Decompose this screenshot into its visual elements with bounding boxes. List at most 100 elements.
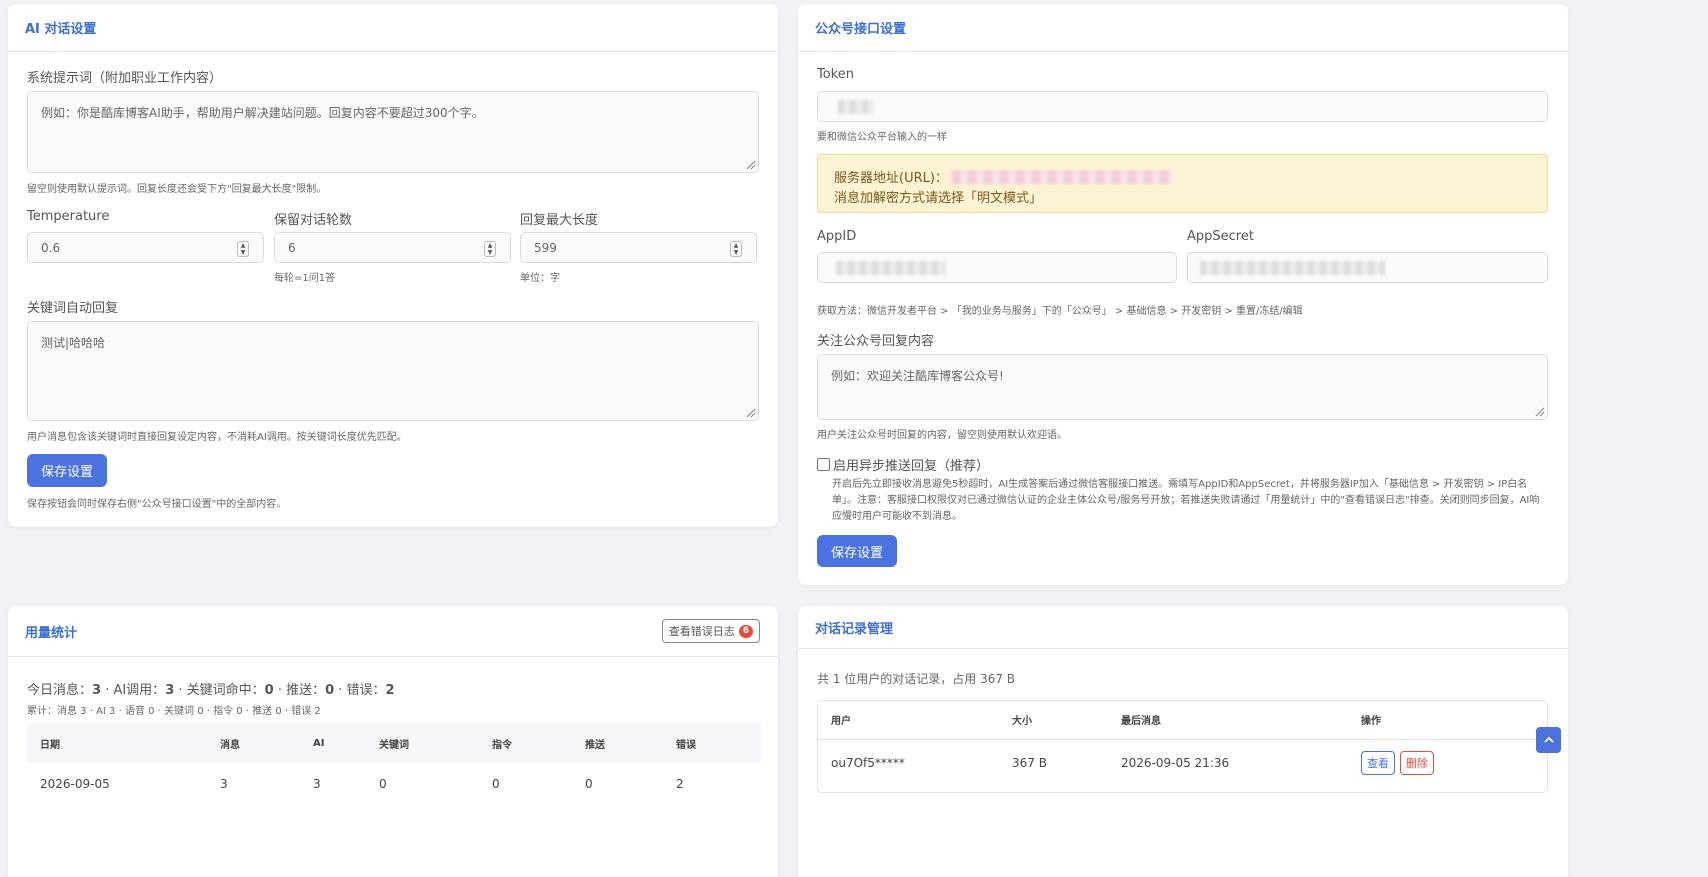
records-table: 用户 大小 最后消息 操作 ou7Of5***** 367 B 2026-09-… [818, 701, 1547, 787]
rounds-stepper-icon[interactable]: ▲ ▼ [484, 241, 496, 257]
usage-header: 用量统计 查看错误日志 6 [8, 606, 778, 657]
table-row: 2026-09-05 3 3 0 0 0 2 [27, 763, 761, 805]
system-prompt-textarea[interactable]: 例如：你是酷库博客AI助手，帮助用户解决建站问题。回复内容不要超过300个字。 [27, 91, 759, 173]
ai-save-button[interactable]: 保存设置 [27, 454, 107, 487]
credentials-hint: 获取方法：微信开发者平台 > 「我的业务与服务」下的「公众号」 > 基础信息 >… [817, 306, 1303, 317]
error-count-badge: 6 [738, 624, 753, 638]
follow-reply-textarea[interactable]: 例如：欢迎关注酷库博客公众号! [817, 354, 1548, 420]
token-label: Token [817, 67, 854, 82]
col-command: 指令 [479, 723, 572, 763]
col-last-message: 最后消息 [1108, 701, 1348, 740]
appsecret-input[interactable] [1187, 252, 1548, 283]
cell-last-message: 2026-09-05 21:36 [1121, 756, 1230, 771]
max-length-label: 回复最大长度 [520, 213, 599, 228]
keyword-reply-textarea[interactable]: 测试|哈哈哈 [27, 321, 759, 421]
system-prompt-placeholder: 例如：你是酷库博客AI助手，帮助用户解决建站问题。回复内容不要超过300个字。 [41, 106, 484, 120]
cell-actions: 查看 删除 [1348, 739, 1547, 787]
error-log-label: 查看错误日志 [668, 625, 735, 638]
max-length-stepper-icon[interactable]: ▲ ▼ [730, 241, 742, 257]
appid-label: AppID [817, 229, 857, 244]
today-msg-value: 3 [92, 683, 102, 698]
ai-save-hint: 保存按钮会同时保存右侧"公众号接口设置"中的全部内容。 [27, 499, 287, 510]
records-card: 对话记录管理 共 1 位用户的对话记录，占用 367 B 用户 大小 最后消息 … [798, 606, 1568, 877]
follow-reply-label: 关注公众号回复内容 [817, 334, 935, 349]
mp-settings-title: 公众号接口设置 [815, 22, 907, 37]
temperature-stepper-icon[interactable]: ▲ ▼ [237, 241, 249, 257]
chevron-up-icon [1543, 736, 1554, 743]
today-kw-value: 0 [264, 683, 274, 698]
today-ai-label: · AI调用： [101, 683, 166, 698]
mp-save-button[interactable]: 保存设置 [817, 535, 897, 567]
token-input[interactable] [817, 91, 1548, 122]
rounds-input[interactable]: 6 ▲ ▼ [274, 232, 511, 263]
total-summary: 累计：消息 3 · AI 3 · 语音 0 · 关键词 0 · 指令 0 · 推… [27, 706, 321, 717]
records-summary: 共 1 位用户的对话记录，占用 367 B [817, 672, 1016, 686]
keyword-reply-value: 测试|哈哈哈 [41, 336, 106, 350]
col-messages: 消息 [207, 723, 300, 763]
table-row: ou7Of5***** 367 B 2026-09-05 21:36 查看 删除 [818, 739, 1547, 787]
ai-settings-header: AI 对话设置 [8, 4, 778, 52]
today-summary: 今日消息：3 · AI调用：3 · 关键词命中：0 · 推送：0 · 错误：2 [27, 679, 395, 698]
cell-user: ou7Of5***** [831, 756, 905, 771]
async-push-checkbox[interactable] [817, 458, 830, 471]
system-prompt-label: 系统提示词（附加职业工作内容） [27, 71, 223, 86]
max-length-input[interactable]: 599 ▲ ▼ [520, 232, 757, 263]
server-url-label: 服务器地址(URL)： [834, 171, 948, 186]
scroll-top-button[interactable] [1536, 727, 1561, 753]
today-push-value: 0 [325, 683, 335, 698]
appsecret-value-masked [1200, 261, 1385, 275]
cell-command: 0 [492, 777, 500, 791]
view-button[interactable]: 查看 [1361, 751, 1395, 776]
col-user: 用户 [818, 701, 999, 740]
mp-settings-header: 公众号接口设置 [798, 4, 1568, 52]
error-log-button[interactable]: 查看错误日志 6 [661, 619, 760, 643]
delete-button[interactable]: 删除 [1399, 751, 1434, 776]
col-actions: 操作 [1348, 701, 1547, 740]
resize-handle-icon[interactable] [744, 406, 756, 418]
usage-table: 日期 消息 AI 关键词 指令 推送 错误 2026-09-05 3 3 0 0… [27, 723, 761, 805]
records-table-header: 用户 大小 最后消息 操作 [818, 701, 1547, 740]
usage-title: 用量统计 [25, 625, 78, 641]
max-length-hint: 单位：字 [520, 273, 560, 284]
records-title: 对话记录管理 [815, 621, 894, 637]
today-err-label: · 错误： [334, 683, 386, 698]
col-error: 错误 [663, 723, 761, 763]
records-table-wrap: 用户 大小 最后消息 操作 ou7Of5***** 367 B 2026-09-… [817, 700, 1548, 793]
col-keyword: 关键词 [366, 723, 479, 763]
cell-size: 367 B [1012, 756, 1047, 771]
token-value-masked [838, 100, 874, 114]
usage-table-header: 日期 消息 AI 关键词 指令 推送 错误 [27, 723, 761, 763]
cell-push: 0 [585, 777, 593, 791]
async-push-desc: 开启后先立即接收消息避免5秒超时，AI生成答案后通过微信客服接口推送。需填写Ap… [832, 479, 1540, 522]
today-err-value: 2 [385, 683, 395, 698]
col-date: 日期 [27, 723, 207, 763]
records-header: 对话记录管理 [798, 606, 1568, 649]
rounds-hint: 每轮=1问1答 [274, 273, 336, 284]
temperature-label: Temperature [27, 209, 110, 224]
follow-reply-placeholder: 例如：欢迎关注酷库博客公众号! [831, 369, 1004, 383]
ai-settings-card: AI 对话设置 系统提示词（附加职业工作内容） 例如：你是酷库博客AI助手，帮助… [8, 4, 778, 527]
system-prompt-hint: 留空则使用默认提示词。回复长度还会受下方"回复最大长度"限制。 [27, 184, 327, 195]
async-push-row: 启用异步推送回复（推荐） [817, 455, 989, 474]
col-ai: AI [300, 723, 366, 763]
ai-settings-title: AI 对话设置 [25, 22, 97, 37]
temperature-input[interactable]: 0.6 ▲ ▼ [27, 232, 264, 263]
max-length-value: 599 [534, 240, 557, 255]
today-msg-label: 今日消息： [27, 683, 93, 698]
resize-handle-icon[interactable] [744, 158, 756, 170]
keyword-reply-label: 关键词自动回复 [27, 301, 119, 316]
temperature-value: 0.6 [41, 240, 61, 255]
token-hint: 要和微信公众平台输入的一样 [817, 132, 947, 143]
today-kw-label: · 关键词命中： [174, 683, 265, 698]
async-push-label: 启用异步推送回复（推荐） [833, 459, 990, 474]
cell-ai: 3 [313, 777, 321, 791]
cell-keyword: 0 [379, 777, 387, 791]
follow-reply-hint: 用户关注公众号时回复的内容，留空则使用默认欢迎语。 [817, 430, 1067, 441]
col-size: 大小 [999, 701, 1108, 740]
appid-input[interactable] [817, 252, 1177, 283]
resize-handle-icon[interactable] [1533, 405, 1545, 417]
today-push-label: · 推送： [273, 683, 326, 698]
rounds-value: 6 [288, 240, 296, 255]
cell-messages: 3 [220, 777, 228, 791]
keyword-reply-hint: 用户消息包含该关键词时直接回复设定内容，不消耗AI调用。按关键词长度优先匹配。 [27, 432, 407, 443]
